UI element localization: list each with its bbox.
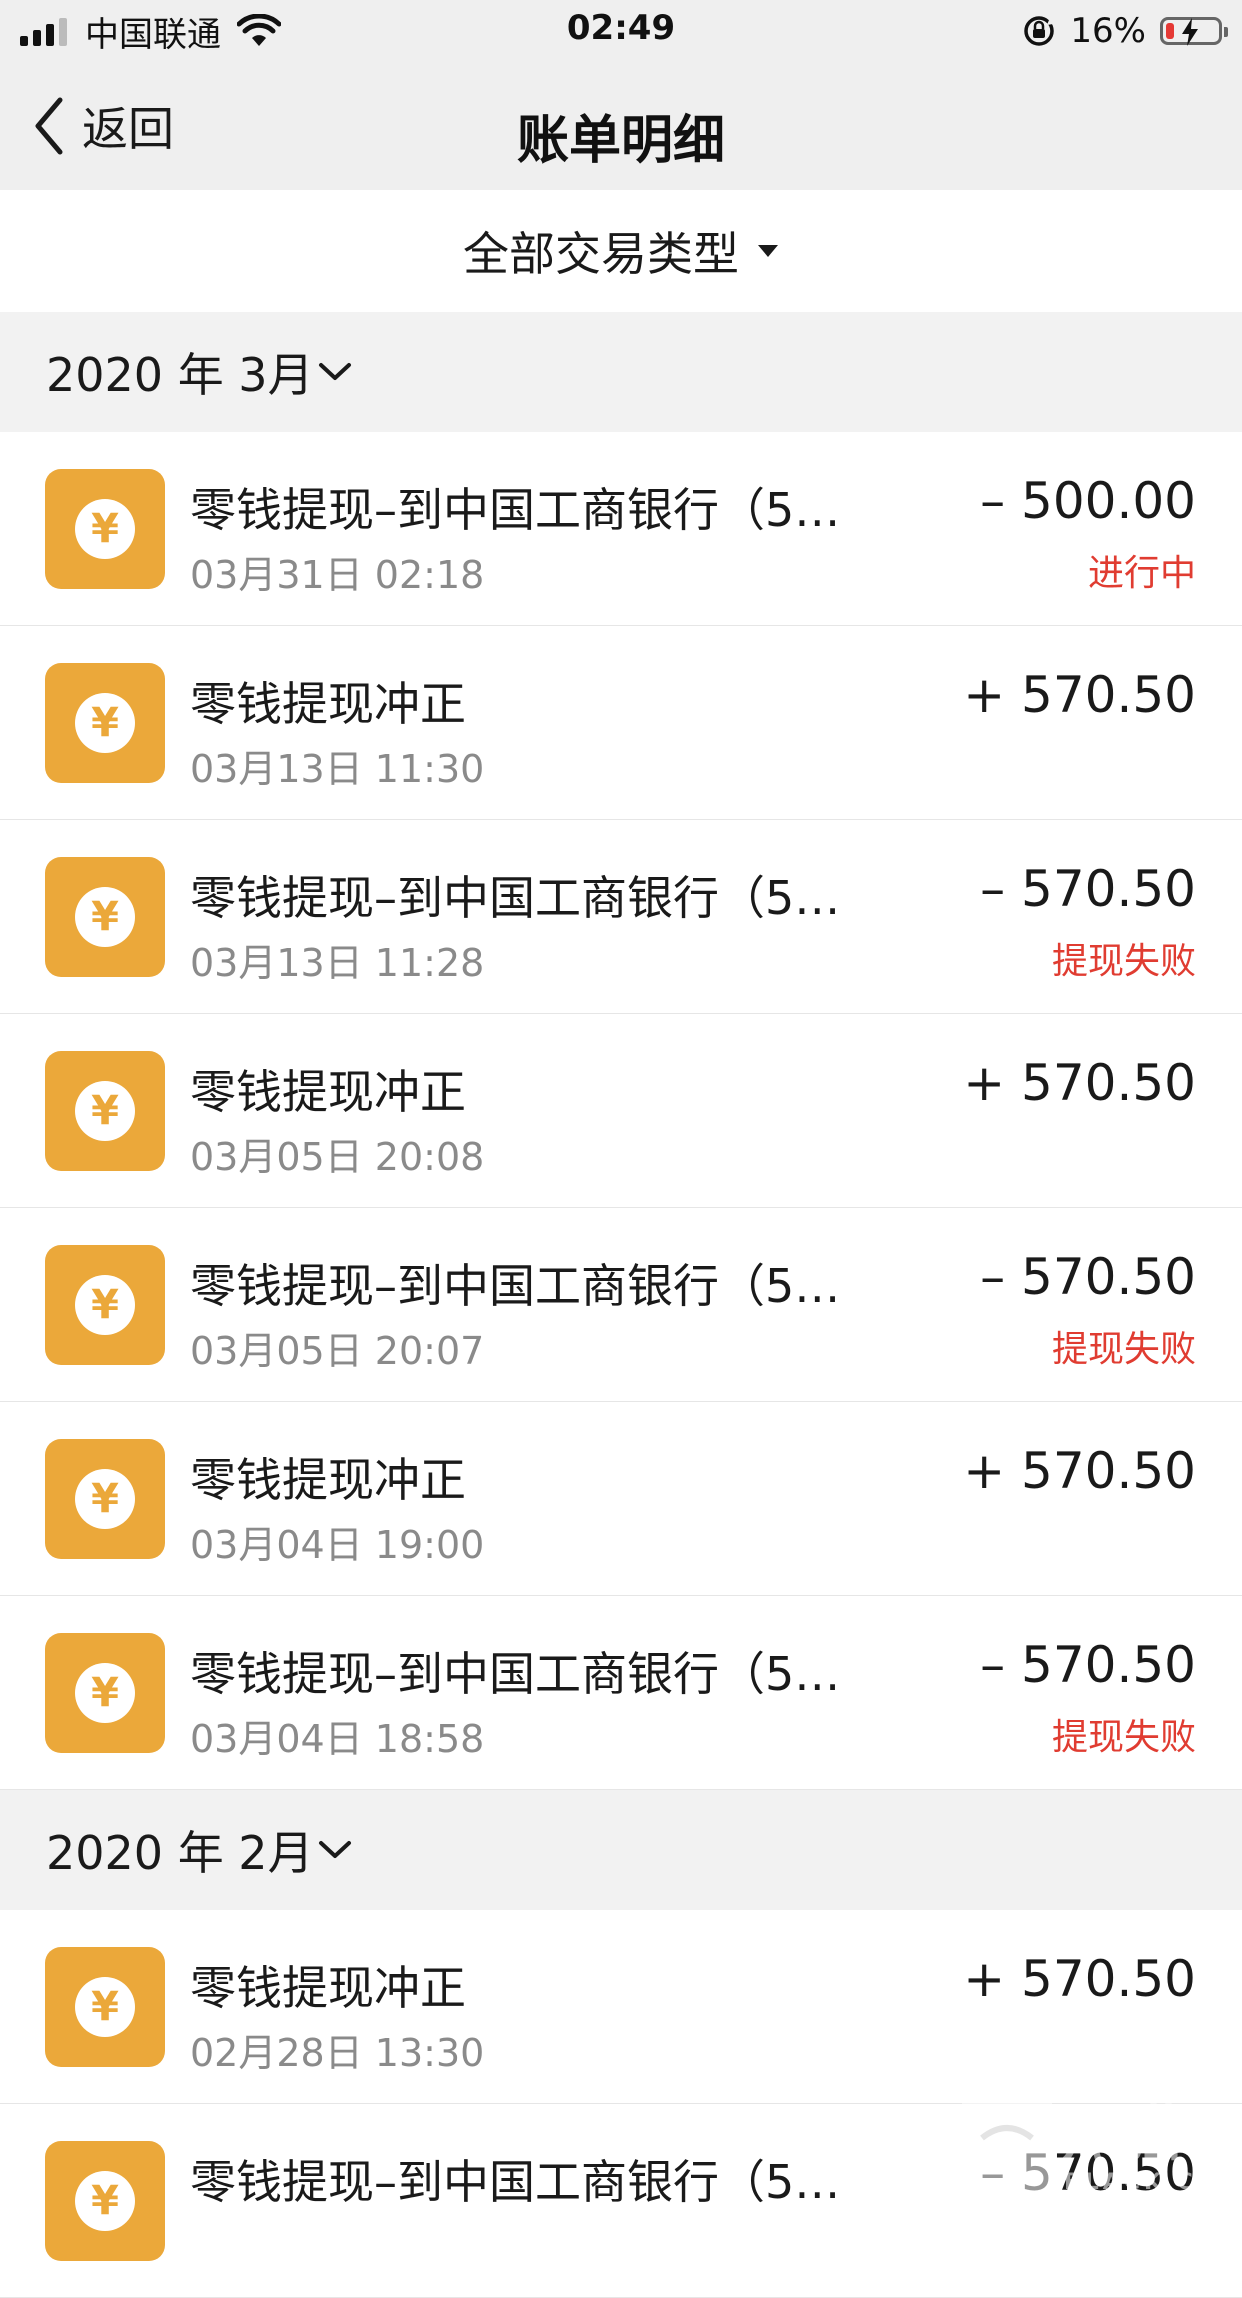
charging-bolt-icon <box>1182 18 1198 46</box>
transaction-amount: + 570.50 <box>963 1442 1196 1500</box>
coin-glyph: ¥ <box>75 1663 135 1723</box>
yuan-coin-icon: ¥ <box>45 1947 165 2067</box>
battery-level <box>1166 23 1174 39</box>
transaction-row[interactable]: ¥ 零钱提现–到中国工商银行（5… 03月04日 18:58 – 570.50 … <box>0 1596 1242 1790</box>
page-title: 账单明细 <box>516 111 725 171</box>
orientation-lock-icon <box>1024 16 1055 46</box>
coin-glyph: ¥ <box>75 1081 135 1141</box>
cat-logo-icon <box>962 2080 1052 2206</box>
battery-percent: 16% <box>1070 11 1146 51</box>
coin-glyph: ¥ <box>75 693 135 753</box>
transaction-amount: – 570.50 <box>980 1636 1196 1694</box>
transaction-title: 零钱提现–到中国工商银行（5… <box>190 871 841 925</box>
transaction-date: 02月28日 13:30 <box>190 2031 485 2075</box>
chevron-down-icon <box>318 363 351 380</box>
yuan-coin-icon: ¥ <box>45 1633 165 1753</box>
transaction-title: 零钱提现–到中国工商银行（5… <box>190 483 841 537</box>
transaction-title: 零钱提现冲正 <box>190 1453 466 1507</box>
transaction-date: 03月04日 18:58 <box>190 1717 485 1761</box>
transaction-amount: + 570.50 <box>963 1054 1196 1112</box>
coin-glyph: ¥ <box>75 1275 135 1335</box>
yuan-coin-icon: ¥ <box>45 663 165 783</box>
watermark-text: 黑猫 <box>1060 2100 1184 2170</box>
transaction-title: 零钱提现冲正 <box>190 1961 466 2015</box>
coin-glyph: ¥ <box>75 499 135 559</box>
status-bar: 中国联通 02:49 16% <box>0 0 1242 62</box>
transaction-date: 03月05日 20:07 <box>190 1329 485 1373</box>
yuan-coin-icon: ¥ <box>45 2141 165 2261</box>
status-right: 16% <box>1022 10 1228 52</box>
month-header[interactable]: 2020 年 2月 <box>0 1790 1242 1910</box>
yuan-coin-icon: ¥ <box>45 469 165 589</box>
transaction-status: 提现失败 <box>1051 941 1196 982</box>
coin-glyph: ¥ <box>75 2171 135 2231</box>
watermark-subtext: BLACK CAT <box>1064 2170 1236 2195</box>
transaction-status: 提现失败 <box>1051 1717 1196 1758</box>
watermark-logo: 黑猫 BLACK CAT <box>952 2078 1242 2208</box>
transaction-date: 03月04日 19:00 <box>190 1523 485 1567</box>
transaction-row[interactable]: ¥ 零钱提现冲正 02月28日 13:30 + 570.50 <box>0 1910 1242 2104</box>
coin-glyph: ¥ <box>75 1977 135 2037</box>
chevron-down-icon <box>318 1841 351 1858</box>
battery-icon <box>1160 17 1228 46</box>
yuan-coin-icon: ¥ <box>45 1245 165 1365</box>
transaction-date: 03月13日 11:30 <box>190 747 485 791</box>
yuan-coin-icon: ¥ <box>45 857 165 977</box>
transaction-amount: – 570.50 <box>980 1248 1196 1306</box>
transaction-amount: + 570.50 <box>963 666 1196 724</box>
transaction-type-filter[interactable]: 全部交易类型 <box>0 190 1242 312</box>
transaction-amount: – 570.50 <box>980 860 1196 918</box>
transaction-row[interactable]: ¥ 零钱提现–到中国工商银行（5… 03月31日 02:18 – 500.00 … <box>0 432 1242 626</box>
yuan-coin-icon: ¥ <box>45 1051 165 1171</box>
month-label: 2020 年 2月 <box>46 1826 314 1880</box>
transaction-row[interactable]: ¥ 零钱提现冲正 03月04日 19:00 + 570.50 <box>0 1402 1242 1596</box>
filter-label: 全部交易类型 <box>463 227 739 281</box>
transaction-title: 零钱提现–到中国工商银行（5… <box>190 1259 841 1313</box>
transaction-row[interactable]: ¥ 零钱提现–到中国工商银行（5… 03月13日 11:28 – 570.50 … <box>0 820 1242 1014</box>
month-header[interactable]: 2020 年 3月 <box>0 312 1242 432</box>
transaction-title: 零钱提现冲正 <box>190 1065 466 1119</box>
nav-bar: 返回 账单明细 <box>0 62 1242 190</box>
transaction-title: 零钱提现–到中国工商银行（5… <box>190 1647 841 1701</box>
transaction-title: 零钱提现–到中国工商银行（5… <box>190 2155 841 2209</box>
transaction-status: 提现失败 <box>1051 1329 1196 1370</box>
transaction-status: 进行中 <box>1087 553 1196 594</box>
transaction-date: 03月05日 20:08 <box>190 1135 485 1179</box>
transaction-date: 03月31日 02:18 <box>190 553 485 597</box>
month-label: 2020 年 3月 <box>46 348 314 402</box>
transaction-row[interactable]: ¥ 零钱提现冲正 03月13日 11:30 + 570.50 <box>0 626 1242 820</box>
coin-glyph: ¥ <box>75 887 135 947</box>
transaction-amount: – 500.00 <box>980 472 1196 530</box>
yuan-coin-icon: ¥ <box>45 1439 165 1559</box>
transaction-date: 03月13日 11:28 <box>190 941 485 985</box>
transaction-amount: + 570.50 <box>963 1950 1196 2008</box>
coin-glyph: ¥ <box>75 1469 135 1529</box>
transaction-title: 零钱提现冲正 <box>190 677 466 731</box>
caret-down-icon <box>758 245 778 257</box>
transaction-row[interactable]: ¥ 零钱提现冲正 03月05日 20:08 + 570.50 <box>0 1014 1242 1208</box>
transaction-row[interactable]: ¥ 零钱提现–到中国工商银行（5… 03月05日 20:07 – 570.50 … <box>0 1208 1242 1402</box>
